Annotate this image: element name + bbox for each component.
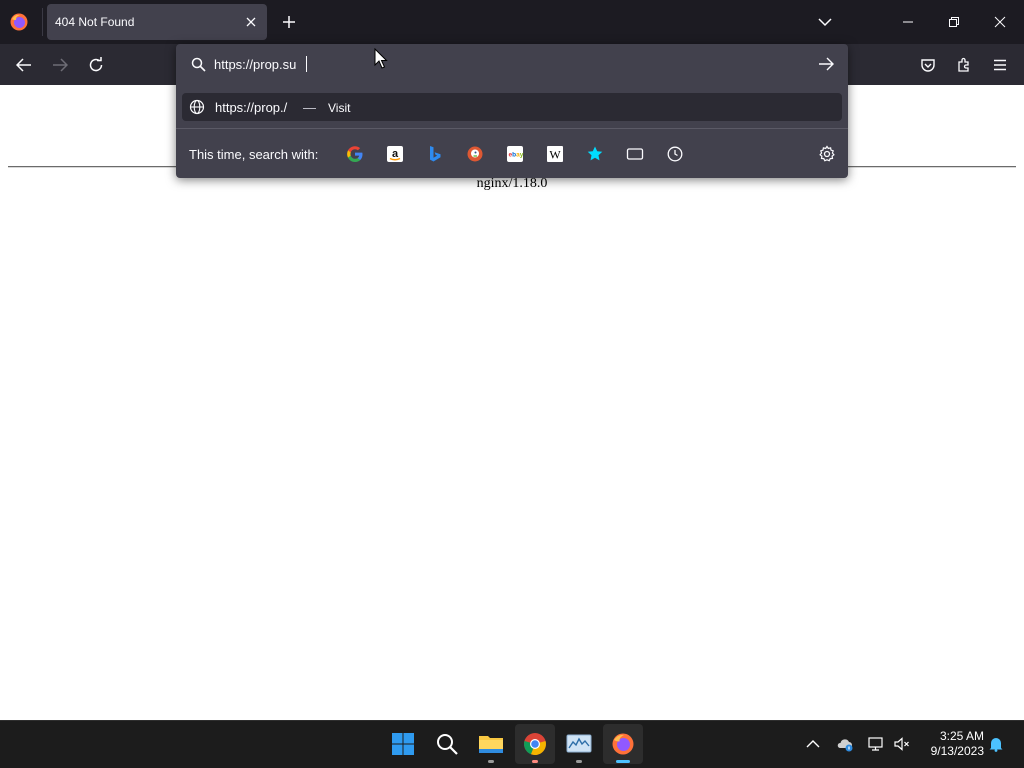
folder-icon xyxy=(479,736,503,753)
search-with-label: This time, search with: xyxy=(189,147,319,162)
star-icon[interactable] xyxy=(586,145,604,163)
bing-icon[interactable] xyxy=(426,145,444,163)
urlbar-dropdown: https://prop./ — Visit This time, search… xyxy=(176,44,848,178)
clock-date: 9/13/2023 xyxy=(930,744,984,758)
network-display-icon[interactable] xyxy=(867,735,885,753)
focused-indicator xyxy=(616,760,630,763)
amazon-icon[interactable]: a xyxy=(386,145,404,163)
system-monitor-button[interactable] xyxy=(559,724,599,764)
restore-icon[interactable] xyxy=(944,12,964,32)
globe-icon xyxy=(189,99,205,115)
wikipedia-icon[interactable]: W xyxy=(546,145,564,163)
suggestion-action: Visit xyxy=(328,101,351,115)
tab-strip: 404 Not Found xyxy=(0,0,1024,44)
running-indicator xyxy=(488,760,494,763)
system-clock[interactable]: 3:25 AM 9/13/2023 xyxy=(918,729,984,759)
running-indicator xyxy=(532,760,538,763)
show-hidden-icons-chevron-icon[interactable] xyxy=(804,735,822,753)
chrome-icon xyxy=(524,733,546,756)
start-button[interactable] xyxy=(383,724,423,764)
search-icon xyxy=(437,734,458,755)
forward-arrow-icon[interactable] xyxy=(49,54,71,76)
ebay-icon[interactable]: ebay xyxy=(506,145,524,163)
close-tab-icon[interactable] xyxy=(241,12,261,32)
text-caret xyxy=(306,56,307,72)
urlbar-input-row xyxy=(176,44,848,84)
reload-icon[interactable] xyxy=(85,54,107,76)
duckduckgo-icon[interactable] xyxy=(466,145,484,163)
gear-icon[interactable] xyxy=(818,145,836,163)
list-all-tabs-icon[interactable] xyxy=(815,12,835,32)
windows-logo-icon xyxy=(392,733,414,755)
svg-text:ebay: ebay xyxy=(509,152,524,159)
visit-suggestion[interactable]: https://prop./ — Visit xyxy=(182,93,842,121)
suggestion-separator: — xyxy=(303,100,316,115)
search-icon xyxy=(189,55,207,73)
file-explorer-button[interactable] xyxy=(471,724,511,764)
extensions-icon[interactable] xyxy=(953,54,975,76)
running-indicator xyxy=(576,760,582,763)
clock-time: 3:25 AM xyxy=(939,729,984,743)
panel-divider xyxy=(176,128,848,129)
svg-text:a: a xyxy=(392,148,399,160)
tab-divider xyxy=(42,8,43,36)
minimize-icon[interactable] xyxy=(898,12,918,32)
new-tab-icon[interactable] xyxy=(279,12,299,32)
volume-muted-icon[interactable] xyxy=(893,735,911,753)
back-arrow-icon[interactable] xyxy=(13,54,35,76)
mouse-cursor xyxy=(374,48,388,69)
notification-bell-icon[interactable] xyxy=(987,735,1005,753)
tab-404-not-found[interactable]: 404 Not Found xyxy=(47,4,267,40)
firefox-icon xyxy=(612,733,634,755)
close-window-icon[interactable] xyxy=(990,12,1010,32)
firefox-button[interactable] xyxy=(603,724,643,764)
history-icon[interactable] xyxy=(666,145,684,163)
google-icon[interactable] xyxy=(346,145,364,163)
hamburger-menu-icon[interactable] xyxy=(989,54,1011,76)
svg-text:W: W xyxy=(549,148,561,162)
monitor-graph-icon xyxy=(566,734,592,753)
onedrive-cloud-icon[interactable] xyxy=(836,735,854,753)
tabs-icon[interactable] xyxy=(626,145,644,163)
chrome-button[interactable] xyxy=(515,724,555,764)
url-input[interactable] xyxy=(214,53,804,75)
tab-title: 404 Not Found xyxy=(55,15,135,29)
suggestion-url: https://prop./ xyxy=(215,100,288,115)
go-arrow-icon[interactable] xyxy=(816,54,836,74)
server-version-text: nginx/1.18.0 xyxy=(476,176,548,191)
taskbar-search-button[interactable] xyxy=(427,724,467,764)
pocket-icon[interactable] xyxy=(917,54,939,76)
firefox-view-icon[interactable] xyxy=(9,12,29,32)
